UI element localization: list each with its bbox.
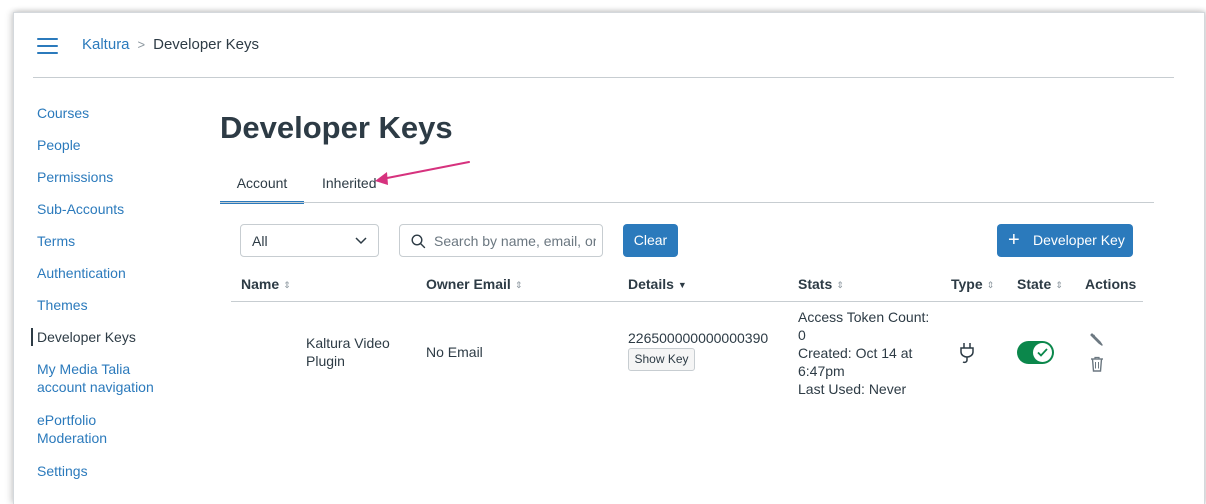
column-header-owner-email[interactable]: Owner Email ⇕ xyxy=(426,276,522,292)
check-icon xyxy=(1037,348,1048,357)
stats-last-used: Last Used: Never xyxy=(798,381,907,397)
sidebar-item-terms[interactable]: Terms xyxy=(31,232,75,250)
sidebar-item-developer-keys[interactable]: Developer Keys xyxy=(31,328,136,346)
header-divider xyxy=(33,77,1174,78)
column-header-stats[interactable]: Stats ⇕ xyxy=(798,276,844,292)
breadcrumb: Kaltura > Developer Keys xyxy=(82,36,259,53)
sort-icon: ⇕ xyxy=(986,280,995,290)
sidebar-item-eportfolio-line2: Moderation xyxy=(37,430,108,446)
stats-access-token-label: Access Token Count: xyxy=(798,309,930,325)
sidebar-item-my-media[interactable]: My Media Talia account navigation xyxy=(31,360,154,396)
column-header-details-label: Details xyxy=(628,276,674,292)
column-header-owner-email-label: Owner Email xyxy=(426,276,511,292)
sidebar-item-courses[interactable]: Courses xyxy=(31,104,89,122)
stats-created-time: 6:47pm xyxy=(798,363,845,379)
column-header-details[interactable]: Details ▼ xyxy=(628,276,687,292)
sidebar-item-sub-accounts[interactable]: Sub-Accounts xyxy=(31,200,124,218)
column-header-name[interactable]: Name ⇕ xyxy=(241,276,291,292)
column-header-stats-label: Stats xyxy=(798,276,833,292)
column-header-name-label: Name xyxy=(241,276,280,292)
table-header-divider xyxy=(231,301,1143,302)
plug-icon xyxy=(960,343,974,364)
sidebar-item-permissions[interactable]: Permissions xyxy=(31,168,113,186)
column-header-actions: Actions xyxy=(1085,276,1136,292)
show-key-button[interactable]: Show Key xyxy=(628,348,695,371)
sort-descending-icon: ▼ xyxy=(677,280,687,290)
stats-access-token-count: 0 xyxy=(798,327,806,343)
add-developer-key-button[interactable]: + Developer Key xyxy=(997,224,1133,257)
sidebar-item-my-media-line1: My Media Talia xyxy=(37,361,131,377)
sidebar-item-themes[interactable]: Themes xyxy=(31,296,88,314)
add-developer-key-label: Developer Key xyxy=(1033,232,1125,248)
developer-key-name: Kaltura Video Plugin xyxy=(306,334,390,370)
developer-key-name-line1: Kaltura Video xyxy=(306,335,390,351)
hamburger-menu-icon[interactable] xyxy=(37,38,58,54)
tab-account[interactable]: Account xyxy=(220,173,304,204)
column-header-actions-label: Actions xyxy=(1085,276,1137,292)
breadcrumb-separator: > xyxy=(137,37,146,52)
tab-inherited[interactable]: Inherited xyxy=(322,173,377,191)
column-header-type[interactable]: Type ⇕ xyxy=(951,276,994,292)
page-title: Developer Keys xyxy=(220,110,453,145)
sidebar-item-my-media-line2: account navigation xyxy=(37,379,154,395)
state-toggle[interactable] xyxy=(1017,341,1054,364)
sort-icon: ⇕ xyxy=(836,280,844,290)
annotation-arrow-icon xyxy=(375,161,470,185)
developer-key-stats: Access Token Count: 0 Created: Oct 14 at… xyxy=(798,308,929,398)
tabs-divider xyxy=(220,202,1154,203)
column-header-state[interactable]: State ⇕ xyxy=(1017,276,1063,292)
search-input[interactable] xyxy=(434,230,596,251)
sidebar-item-people[interactable]: People xyxy=(31,136,81,154)
edit-pencil-icon[interactable] xyxy=(1089,332,1105,348)
sort-icon: ⇕ xyxy=(283,280,291,290)
sidebar-item-eportfolio-line1: ePortfolio xyxy=(37,412,97,428)
sidebar-item-eportfolio-moderation[interactable]: ePortfolio Moderation xyxy=(31,411,107,447)
sidebar-item-settings[interactable]: Settings xyxy=(31,462,88,480)
stats-created: Created: Oct 14 at xyxy=(798,345,913,361)
search-field[interactable] xyxy=(399,224,603,257)
toggle-knob xyxy=(1033,343,1052,362)
plus-icon: + xyxy=(1008,229,1020,251)
developer-key-id: 226500000000000390 xyxy=(628,330,769,346)
breadcrumb-current: Developer Keys xyxy=(153,36,260,53)
column-header-type-label: Type xyxy=(951,276,983,292)
sidebar-item-authentication[interactable]: Authentication xyxy=(31,264,126,282)
owner-email: No Email xyxy=(426,344,483,360)
sort-icon: ⇕ xyxy=(1055,280,1063,290)
trash-icon[interactable] xyxy=(1090,356,1104,372)
breadcrumb-root-link[interactable]: Kaltura xyxy=(82,36,130,53)
filter-select[interactable]: All xyxy=(240,224,379,257)
column-header-state-label: State xyxy=(1017,276,1052,292)
app-window xyxy=(13,12,1205,504)
clear-button[interactable]: Clear xyxy=(623,224,678,257)
tab-account-label: Account xyxy=(236,175,288,191)
sort-icon: ⇕ xyxy=(514,280,523,290)
chevron-down-icon xyxy=(355,237,367,245)
filter-select-value: All xyxy=(252,233,268,249)
tab-inherited-label: Inherited xyxy=(322,175,377,191)
developer-key-name-line2: Plugin xyxy=(306,353,345,369)
search-icon xyxy=(411,234,426,249)
